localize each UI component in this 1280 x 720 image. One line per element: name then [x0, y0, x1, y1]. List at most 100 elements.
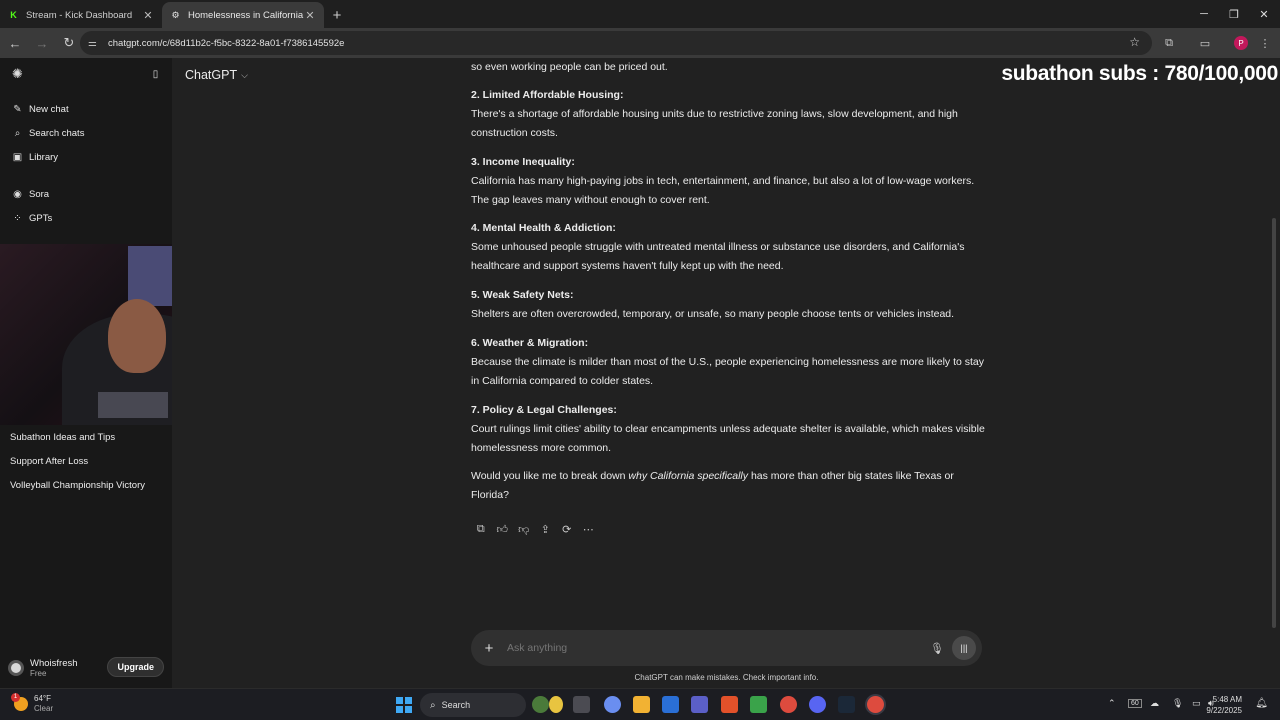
network-icon[interactable]: ▭: [1192, 698, 1201, 709]
gpts-grid-icon: ⁘: [13, 213, 22, 224]
browser-tab-chatgpt[interactable]: ⚙ Homelessness in California ✕: [162, 2, 324, 28]
taskbar-search[interactable]: ⌕ Search: [420, 693, 526, 717]
sidebar-item-label: Sora: [29, 189, 50, 200]
prompt-input[interactable]: [507, 642, 926, 654]
scrollbar[interactable]: [1272, 218, 1276, 628]
sidebar-item-label: Library: [29, 152, 59, 163]
thumbs-down-icon[interactable]: 👎︎: [513, 520, 535, 538]
extensions-icon[interactable]: ⧉: [1157, 31, 1181, 55]
new-tab-button[interactable]: +: [324, 2, 350, 28]
sidebar-item-label: Search chats: [29, 128, 85, 139]
chrome-icon[interactable]: [780, 696, 797, 713]
section-body: Shelters are often overcrowded, temporar…: [471, 308, 955, 320]
sidebar-item-search-chats[interactable]: ⌕ Search chats: [12, 128, 85, 139]
chat-history-item[interactable]: Support After Loss: [10, 456, 88, 467]
forward-button[interactable]: →: [30, 31, 54, 55]
composer: + 🎙︎ |||: [471, 630, 982, 666]
reload-button[interactable]: ↻: [57, 31, 81, 55]
back-button[interactable]: ←: [3, 31, 27, 55]
sidebar-toggle-icon[interactable]: ▯: [150, 69, 167, 80]
copy-icon[interactable]: ⧉: [470, 520, 492, 538]
section-body: Because the climate is milder than most …: [471, 356, 984, 387]
split-view-icon[interactable]: ▭: [1193, 31, 1217, 55]
sidebar-item-new-chat[interactable]: ✎ New chat: [12, 104, 68, 115]
chat-history-item[interactable]: Subathon Ideas and Tips: [10, 432, 115, 443]
file-explorer-icon[interactable]: [633, 696, 650, 713]
message-section: 7. Policy & Legal Challenges: Court ruli…: [471, 401, 991, 458]
message-section: 6. Weather & Migration: Because the clim…: [471, 334, 991, 391]
store-icon[interactable]: [662, 696, 679, 713]
edit-icon: ✎: [13, 104, 22, 115]
maximize-button[interactable]: ❐: [1219, 0, 1249, 28]
profile-button[interactable]: P: [1229, 31, 1253, 55]
microphone-icon[interactable]: 🎙︎: [1172, 698, 1183, 709]
discord-icon[interactable]: [809, 696, 826, 713]
notification-bell-icon[interactable]: 🔔︎: [1255, 698, 1268, 709]
section-heading: 3. Income Inequality:: [471, 156, 575, 168]
teams-icon[interactable]: [691, 696, 708, 713]
section-body: There's a shortage of affordable housing…: [471, 108, 958, 139]
regenerate-icon[interactable]: ⟳: [556, 520, 578, 538]
message-actions: ⧉ 👍︎ 👎︎ ⇪ ⟳ ⋯: [470, 520, 599, 538]
windows-taskbar: 1 64°F Clear ⌕ Search ⌃ 60 ☁ 🎙︎ ▭ 🔊︎ 5:4…: [0, 688, 1280, 720]
sun-icon: 1: [11, 692, 28, 711]
cloud-icon[interactable]: ☁: [1150, 698, 1159, 709]
voice-mode-button[interactable]: |||: [952, 636, 976, 660]
address-bar[interactable]: ⚌ chatgpt.com/c/68d11b2c-f5bc-8322-8a01-…: [80, 31, 1152, 55]
taskbar-clock[interactable]: 5:48 AM 9/22/2025: [1206, 694, 1242, 716]
sora-icon: ◉: [13, 189, 22, 200]
section-heading: 6. Weather & Migration:: [471, 337, 589, 349]
sidebar-item-gpts[interactable]: ⁘ GPTs: [12, 213, 52, 224]
thumbs-up-icon[interactable]: 👍︎: [492, 520, 514, 538]
windows-start-icon[interactable]: [396, 697, 412, 713]
chevron-down-icon: ⌵: [241, 69, 248, 80]
search-label: Search: [441, 700, 471, 710]
library-icon: ▣: [12, 152, 23, 163]
copilot-icon[interactable]: [549, 696, 563, 713]
section-heading: 5. Weak Safety Nets:: [471, 289, 574, 301]
widgets-icon[interactable]: [532, 696, 549, 713]
notification-badge: 1: [11, 692, 20, 702]
weather-condition: Clear: [34, 704, 54, 713]
upgrade-button[interactable]: Upgrade: [107, 657, 164, 677]
chevron-up-icon[interactable]: ⌃: [1108, 698, 1116, 709]
search-icon: ⌕: [14, 128, 21, 139]
close-window-button[interactable]: ✕: [1249, 0, 1279, 28]
message-section: 5. Weak Safety Nets: Shelters are often …: [471, 286, 991, 324]
microphone-icon[interactable]: 🎙︎: [926, 642, 948, 655]
section-body: California has many high-paying jobs in …: [471, 175, 975, 206]
search-icon: ⌕: [430, 699, 436, 711]
minimize-button[interactable]: ─: [1189, 0, 1219, 28]
user-account-row[interactable]: Whoisfresh Free Upgrade: [8, 654, 164, 682]
sidebar-item-label: GPTs: [29, 213, 53, 224]
tray-app-icon[interactable]: 60: [1128, 699, 1142, 708]
chrome-active-icon[interactable]: [867, 696, 884, 713]
weather-widget[interactable]: 1 64°F Clear: [11, 692, 54, 713]
sidebar-item-sora[interactable]: ◉ Sora: [12, 189, 49, 200]
steam-icon[interactable]: [838, 696, 855, 713]
browser-tab-kick[interactable]: K Stream - Kick Dashboard ✕: [0, 2, 162, 28]
section-heading: 4. Mental Health & Addiction:: [471, 222, 616, 234]
copilot-app-icon[interactable]: [604, 696, 621, 713]
sidebar-item-library[interactable]: ▣ Library: [12, 152, 58, 163]
share-icon[interactable]: ⇪: [535, 520, 557, 538]
brave-icon[interactable]: [721, 696, 738, 713]
clock-date: 9/22/2025: [1206, 706, 1242, 715]
model-name: ChatGPT: [185, 68, 238, 82]
user-name: Whoisfresh: [30, 658, 78, 669]
browser-menu-icon[interactable]: ⋮: [1253, 31, 1277, 55]
weather-temp: 64°F: [34, 694, 51, 703]
webcam-person-face: [108, 299, 166, 373]
app-icon[interactable]: [750, 696, 767, 713]
chat-history-item[interactable]: Volleyball Championship Victory: [10, 480, 145, 491]
task-view-icon[interactable]: [573, 696, 590, 713]
close-icon[interactable]: ✕: [304, 9, 316, 22]
disclaimer: ChatGPT can make mistakes. Check importa…: [634, 673, 819, 682]
model-selector[interactable]: ChatGPT ⌵: [185, 68, 248, 82]
close-icon[interactable]: ✕: [142, 9, 154, 22]
more-options-icon[interactable]: ⋯: [578, 520, 600, 538]
add-attachment-icon[interactable]: +: [471, 640, 507, 657]
bookmark-star-icon[interactable]: ☆: [1129, 35, 1140, 49]
site-settings-icon[interactable]: ⚌: [88, 38, 104, 49]
openai-logo-icon[interactable]: ✺: [12, 66, 29, 81]
